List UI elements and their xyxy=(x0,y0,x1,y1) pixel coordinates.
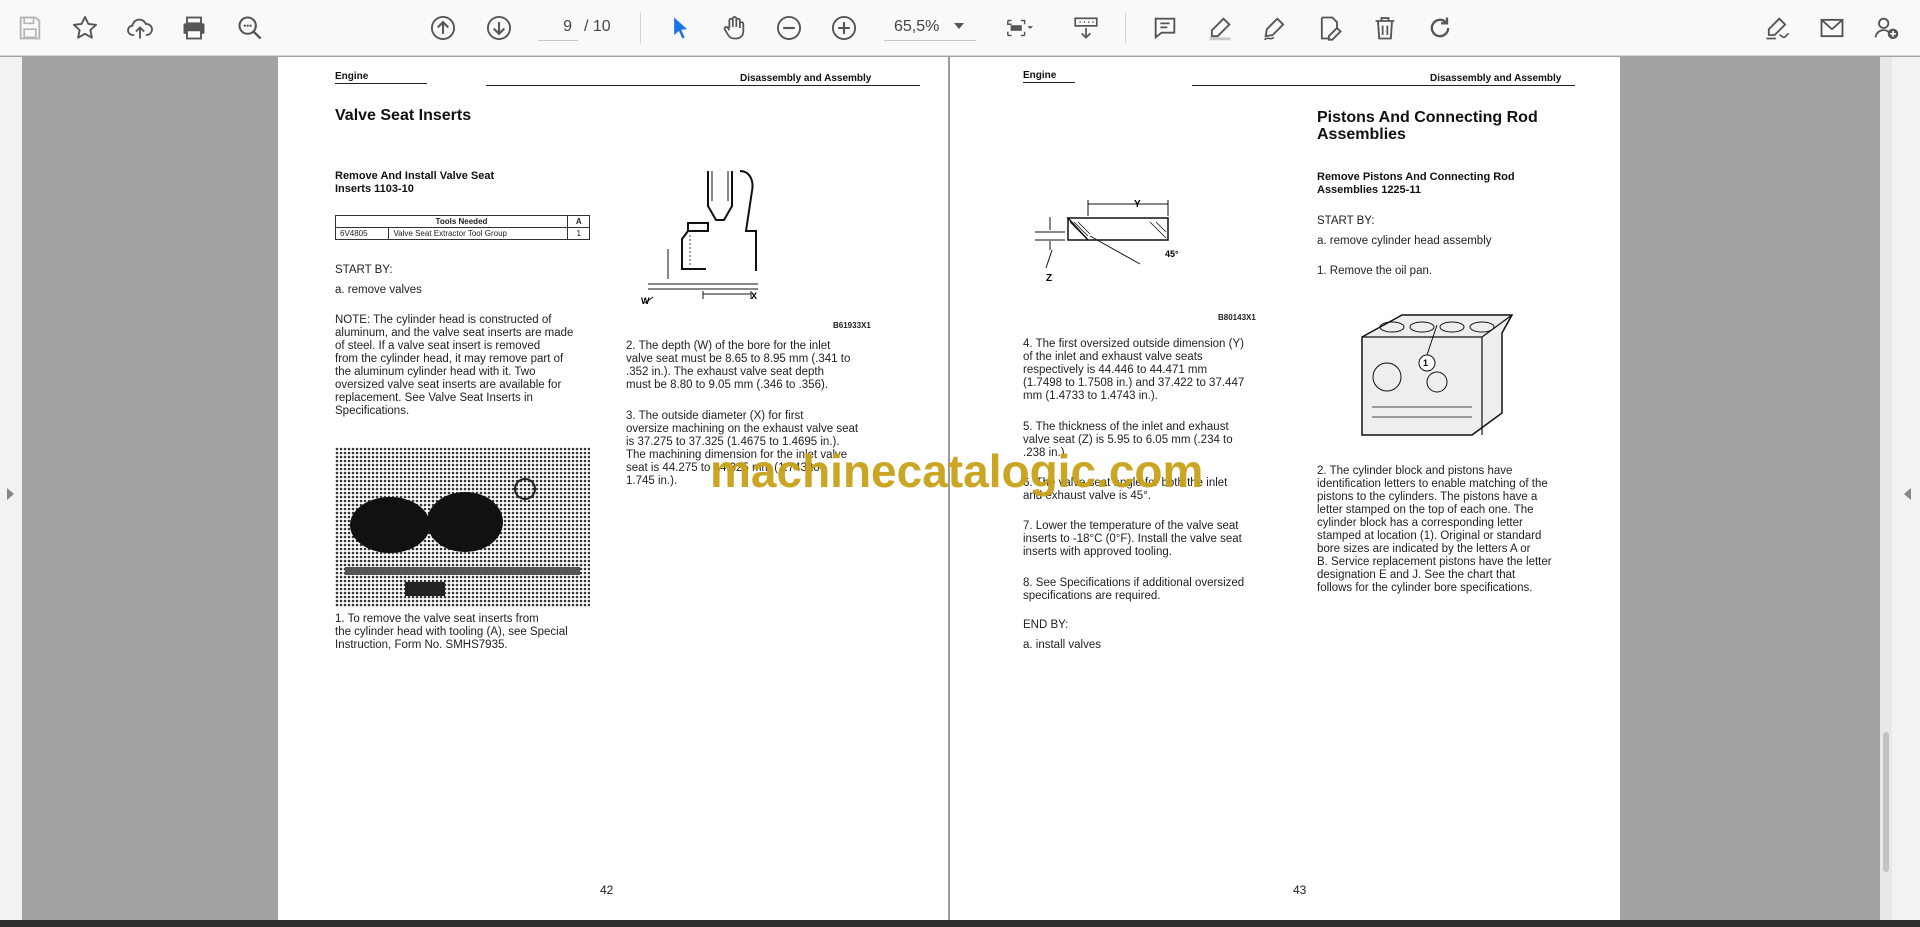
share-user-icon[interactable] xyxy=(1868,10,1904,46)
label-y: Y xyxy=(1134,199,1141,210)
header-rule xyxy=(486,85,920,86)
section-title: Valve Seat Inserts xyxy=(335,107,472,124)
valve-seat-removal-photo xyxy=(335,447,590,607)
block-location-label: 1 xyxy=(1423,358,1429,368)
cylinder-block-illustration xyxy=(1361,314,1514,436)
vertical-scrollbar[interactable] xyxy=(1880,57,1892,920)
watermark-text: machinecatalogic.com xyxy=(710,445,1204,497)
sign-icon[interactable] xyxy=(1759,10,1795,46)
header-rule xyxy=(1192,85,1575,86)
highlight-pen-icon[interactable] xyxy=(1202,10,1238,46)
upload-cloud-icon[interactable] xyxy=(122,10,158,46)
section-subtitle: Remove And Install Valve Seat Inserts 11… xyxy=(335,170,495,195)
bookmark-star-icon[interactable] xyxy=(67,10,103,46)
valve-seat-bore-diagram xyxy=(644,170,758,304)
draw-pen-icon[interactable] xyxy=(1257,10,1293,46)
zoom-out-icon[interactable] xyxy=(771,10,807,46)
save-icon[interactable] xyxy=(12,10,48,46)
label-angle: 45° xyxy=(1165,249,1179,259)
zoom-level-value: 65,5% xyxy=(894,18,940,35)
step-2-text: 2. The cylinder block and pistons have i… xyxy=(1317,465,1552,594)
step-1-text: 1. Remove the oil pan. xyxy=(1317,265,1433,277)
page-header-right: Disassembly and Assembly xyxy=(740,73,872,84)
step-2-text: 2. The depth (W) of the bore for the inl… xyxy=(626,340,851,391)
valve-seat-dimension-diagram xyxy=(1035,200,1169,269)
scroll-mode-icon[interactable] xyxy=(1066,10,1106,46)
start-by-label: START BY: xyxy=(1317,215,1375,227)
step-4-text: 4. The first oversized outside dimension… xyxy=(1023,338,1245,402)
expand-left-panel-icon[interactable] xyxy=(7,488,14,500)
page-number-input[interactable] xyxy=(538,13,578,41)
header-rule xyxy=(1023,82,1075,83)
header-rule xyxy=(335,83,427,84)
label-w: W xyxy=(641,296,650,306)
tool-description: Valve Seat Extractor Tool Group xyxy=(388,227,569,240)
step-8-text: 8. See Specifications if additional over… xyxy=(1023,577,1245,602)
figure-caption: B80143X1 xyxy=(1218,313,1256,322)
zoom-in-icon[interactable] xyxy=(826,10,862,46)
start-by-label: START BY: xyxy=(335,264,393,276)
section-subtitle: Remove Pistons And Connecting Rod Assemb… xyxy=(1317,171,1515,196)
step-1-text: 1. To remove the valve seat inserts from… xyxy=(335,613,568,651)
toolbar-separator xyxy=(1125,12,1126,44)
page-header-left: Engine xyxy=(1023,70,1057,81)
page-header-left: Engine xyxy=(335,71,369,82)
label-x: X xyxy=(751,291,758,301)
zoom-search-icon[interactable] xyxy=(232,10,268,46)
start-by-item: a. remove valves xyxy=(335,284,422,296)
print-icon[interactable] xyxy=(176,10,212,46)
comment-icon[interactable] xyxy=(1147,10,1183,46)
start-by-item: a. remove cylinder head assembly xyxy=(1317,235,1492,247)
expand-right-panel-icon[interactable] xyxy=(1904,488,1911,500)
toolbar: / 10 65,5% xyxy=(0,0,1920,56)
page-number: 43 xyxy=(1293,883,1307,897)
tool-part-number: 6V4805 xyxy=(334,227,390,240)
toolbar-separator xyxy=(640,12,641,44)
scrollbar-thumb[interactable] xyxy=(1883,732,1889,872)
section-title: Pistons And Connecting Rod Assemblies xyxy=(1317,109,1538,143)
page-down-icon[interactable] xyxy=(481,10,517,46)
tool-quantity: 1 xyxy=(567,227,590,240)
tools-table-col-a: A xyxy=(567,215,590,228)
label-z: Z xyxy=(1046,273,1053,284)
edit-text-icon[interactable] xyxy=(1312,10,1348,46)
hand-pan-icon[interactable] xyxy=(716,10,752,46)
note-text: NOTE: The cylinder head is constructed o… xyxy=(335,314,574,417)
email-icon[interactable] xyxy=(1814,10,1850,46)
figure-caption: B61933X1 xyxy=(833,321,871,330)
page-total: / 10 xyxy=(584,18,611,35)
step-7-text: 7. Lower the temperature of the valve se… xyxy=(1023,520,1242,558)
trash-icon[interactable] xyxy=(1367,10,1403,46)
rotate-icon[interactable] xyxy=(1422,10,1458,46)
fit-page-icon[interactable] xyxy=(996,10,1042,46)
chevron-down-icon[interactable] xyxy=(954,23,964,29)
select-cursor-icon[interactable] xyxy=(662,10,698,46)
tools-table-header: Tools Needed xyxy=(334,215,569,228)
page-header-right: Disassembly and Assembly xyxy=(1430,73,1562,84)
tools-table: Tools Needed A 6V4805 Valve Seat Extractor… xyxy=(334,215,590,240)
page-up-icon[interactable] xyxy=(425,10,461,46)
end-by-label: END BY: xyxy=(1023,619,1069,631)
end-by-item: a. install valves xyxy=(1023,639,1101,651)
window-bottom-edge xyxy=(0,920,1920,927)
page-number: 42 xyxy=(600,883,614,897)
